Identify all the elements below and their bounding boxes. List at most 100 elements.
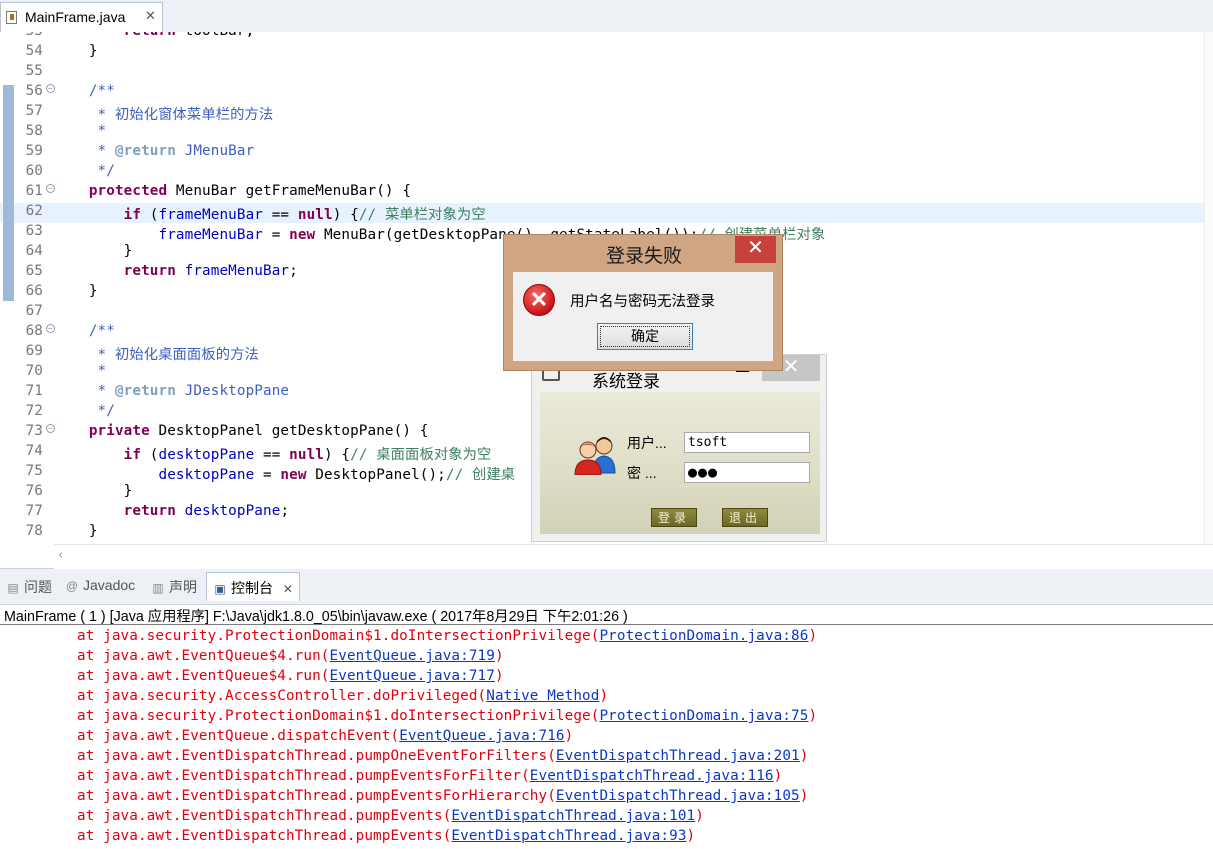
trace-text: )	[808, 628, 818, 644]
code-text: */	[54, 163, 115, 179]
trace-text: )	[494, 648, 504, 664]
code-line[interactable]: 56− /**	[0, 83, 1213, 103]
code-text: *	[54, 363, 107, 379]
stack-trace-line: at java.awt.EventDispatchThread.pumpEven…	[77, 808, 704, 828]
source-link[interactable]: ProtectionDomain.java:75	[599, 708, 808, 724]
login-form: 用户... tsoft 密 ... ●●● 登录 退出	[540, 392, 820, 534]
trace-text: at java.awt.EventDispatchThread.pumpEven…	[77, 788, 556, 804]
code-line[interactable]: 58 *	[0, 123, 1213, 143]
line-number: 55	[25, 63, 43, 79]
code-text: }	[54, 243, 133, 259]
stack-trace-line: at java.security.ProtectionDomain$1.doIn…	[77, 708, 817, 728]
close-icon: ✕	[782, 356, 800, 378]
overview-ruler	[1204, 32, 1213, 544]
tab-label: Javadoc	[83, 577, 136, 593]
code-line[interactable]: 57 * 初始化窗体菜单栏的方法	[0, 103, 1213, 123]
trace-text: )	[695, 808, 704, 824]
tab-declaration[interactable]: ▥ 声明	[151, 577, 197, 599]
stack-trace-line: at java.awt.EventDispatchThread.pumpEven…	[77, 828, 695, 848]
source-link[interactable]: EventDispatchThread.java:101	[451, 808, 695, 824]
code-text: * 初始化桌面面板的方法	[54, 347, 259, 363]
error-dialog-body: ✕ 用户名与密码无法登录 确定	[513, 272, 773, 361]
source-link[interactable]: EventDispatchThread.java:93	[451, 828, 686, 844]
source-link[interactable]: EventQueue.java:716	[399, 728, 564, 744]
line-number: 73	[25, 423, 43, 439]
code-text: */	[54, 403, 115, 419]
stack-trace-line: at java.security.AccessController.doPriv…	[77, 688, 608, 708]
source-link[interactable]: Native Method	[486, 688, 599, 704]
trace-text: at java.awt.EventQueue$4.run(	[77, 648, 330, 664]
code-text: desktopPane = new DesktopPanel();// 创建桌	[158, 467, 516, 483]
source-link[interactable]: EventQueue.java:719	[330, 648, 495, 664]
code-text: * @return JMenuBar	[54, 143, 255, 159]
trace-text: at java.awt.EventDispatchThread.pumpEven…	[77, 808, 452, 824]
ok-button[interactable]: 确定	[597, 323, 693, 350]
code-text: if (frameMenuBar == null) {// 菜单栏对象为空	[123, 207, 486, 223]
close-icon[interactable]: ✕	[283, 582, 293, 596]
source-link[interactable]: EventDispatchThread.java:105	[556, 788, 800, 804]
code-text: return frameMenuBar;	[123, 263, 298, 279]
code-text: /**	[54, 83, 115, 99]
code-text: if (desktopPane == null) {// 桌面面板对象为空	[123, 447, 492, 463]
line-number: 71	[25, 383, 43, 399]
code-text: private DesktopPanel getDesktopPane() {	[88, 423, 429, 439]
source-link[interactable]: EventDispatchThread.java:201	[556, 748, 800, 764]
stack-trace-line: at java.awt.EventDispatchThread.pumpEven…	[77, 768, 782, 788]
tab-console[interactable]: ▣ 控制台 ✕	[206, 572, 300, 601]
editor-tab-mainframe[interactable]: MainFrame.java ✕	[0, 2, 163, 32]
code-text: /**	[54, 323, 115, 339]
trace-text: at java.security.ProtectionDomain$1.doIn…	[77, 628, 600, 644]
error-icon: ✕	[523, 284, 555, 316]
close-icon: ✕	[747, 237, 764, 259]
stack-trace-line: at java.awt.EventQueue$4.run(EventQueue.…	[77, 648, 504, 668]
code-line[interactable]: 55	[0, 63, 1213, 83]
change-ruler-marker	[3, 85, 14, 301]
line-number: 72	[25, 403, 43, 419]
stack-trace-line: at java.security.ProtectionDomain$1.doIn…	[77, 628, 817, 648]
line-number: 69	[25, 343, 43, 359]
code-text: * 初始化窗体菜单栏的方法	[54, 107, 274, 123]
problems-icon: ▤	[7, 581, 19, 595]
tab-javadoc[interactable]: @ Javadoc	[65, 577, 135, 599]
login-button[interactable]: 登录	[651, 508, 697, 527]
source-link[interactable]: EventQueue.java:717	[330, 668, 495, 684]
username-field[interactable]: tsoft	[684, 432, 810, 453]
trace-text: )	[686, 828, 696, 844]
trace-text: )	[799, 748, 809, 764]
horizontal-scrollbar[interactable]: ‹	[54, 544, 1213, 569]
close-button[interactable]: ✕	[735, 236, 776, 263]
code-text: *	[54, 123, 107, 139]
code-line[interactable]: 60 */	[0, 163, 1213, 183]
line-number: 54	[25, 43, 43, 59]
line-number: 75	[25, 463, 43, 479]
trace-text: at java.security.AccessController.doPriv…	[77, 688, 487, 704]
console-icon: ▣	[214, 582, 226, 596]
line-number: 78	[25, 523, 43, 539]
code-text: protected MenuBar getFrameMenuBar() {	[88, 183, 412, 199]
source-link[interactable]: ProtectionDomain.java:86	[599, 628, 808, 644]
close-icon[interactable]: ✕	[145, 8, 156, 24]
code-line[interactable]: 59 * @return JMenuBar	[0, 143, 1213, 163]
code-line[interactable]: 62 if (frameMenuBar == null) {// 菜单栏对象为空	[0, 203, 1213, 223]
exit-button[interactable]: 退出	[722, 508, 768, 527]
stack-trace-line: at java.awt.EventDispatchThread.pumpEven…	[77, 788, 808, 808]
password-field[interactable]: ●●●	[684, 462, 810, 483]
scroll-left-icon[interactable]: ‹	[58, 548, 63, 563]
trace-text: )	[599, 688, 609, 704]
line-number: 76	[25, 483, 43, 499]
code-line[interactable]: 53 return toolBar;	[0, 32, 1213, 43]
trace-text: )	[773, 768, 783, 784]
line-number: 68	[25, 323, 43, 339]
tab-problems[interactable]: ▤ 问题	[6, 577, 52, 599]
code-line[interactable]: 54 }	[0, 43, 1213, 63]
source-link[interactable]: EventDispatchThread.java:116	[530, 768, 774, 784]
trace-text: at java.awt.EventDispatchThread.pumpEven…	[77, 828, 452, 844]
code-text: }	[54, 283, 98, 299]
tab-label: 声明	[169, 579, 197, 595]
code-line[interactable]: 61− protected MenuBar getFrameMenuBar() …	[0, 183, 1213, 203]
code-text: }	[54, 43, 98, 59]
tab-label: 问题	[24, 579, 52, 595]
password-label: 密 ...	[627, 465, 657, 481]
stack-trace-line: at java.awt.EventDispatchThread.pumpOneE…	[77, 748, 808, 768]
view-tab-bar: ▤ 问题 @ Javadoc ▥ 声明 ▣ 控制台 ✕	[0, 569, 1213, 605]
